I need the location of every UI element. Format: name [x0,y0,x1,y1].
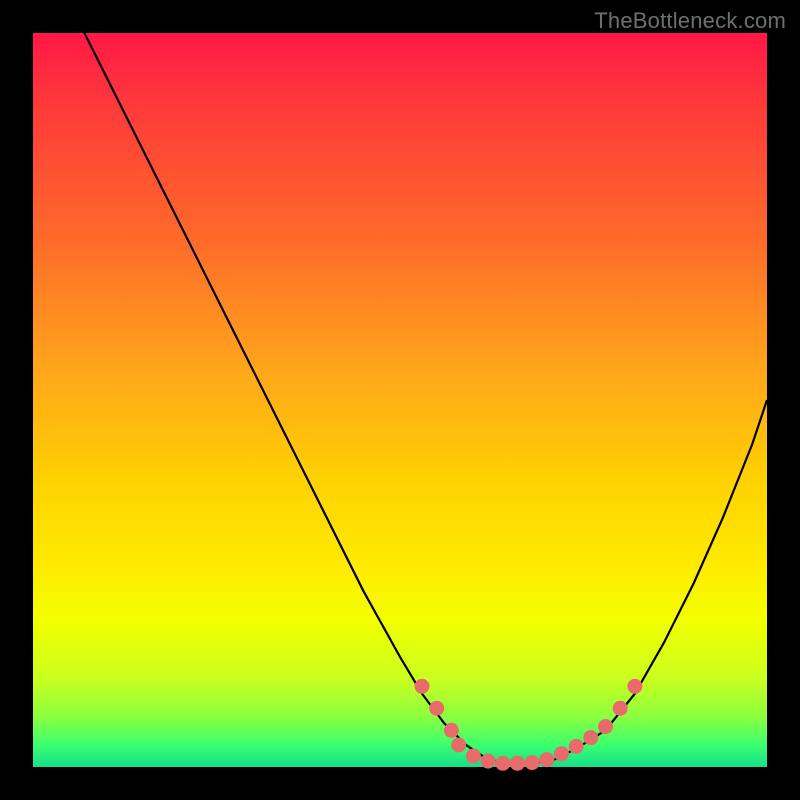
curve-marker [627,679,642,694]
curve-marker [613,701,628,716]
curve-marker [525,755,540,770]
curve-marker [554,746,569,761]
curve-marker [569,739,584,754]
curve-marker [429,701,444,716]
curve-marker [583,730,598,745]
curve-marker [481,754,496,769]
bottleneck-curve [84,33,767,763]
curve-marker [495,756,510,771]
curve-marker [539,752,554,767]
curve-marker [444,723,459,738]
curve-markers [415,679,643,771]
curve-marker [510,756,525,771]
chart-frame: TheBottleneck.com [0,0,800,800]
curve-marker [415,679,430,694]
curve-marker [598,719,613,734]
watermark-text: TheBottleneck.com [594,8,786,34]
curve-marker [451,738,466,753]
chart-overlay [33,33,767,767]
curve-marker [466,749,481,764]
